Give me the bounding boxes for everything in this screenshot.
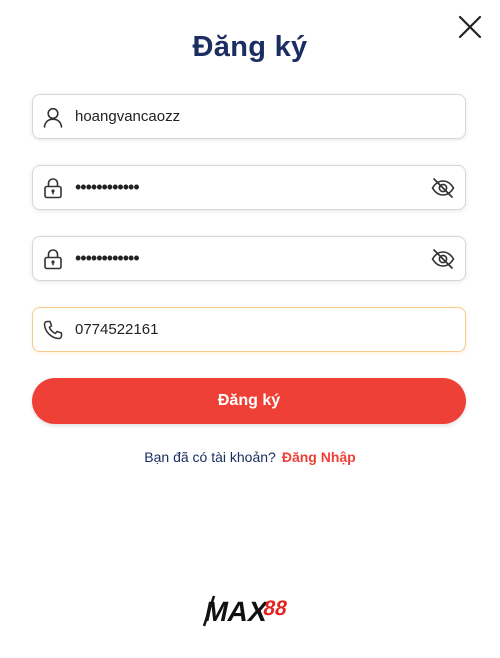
confirm-password-field[interactable]	[32, 236, 466, 281]
phone-input[interactable]	[75, 308, 415, 351]
max88-logo: MAX 88	[202, 595, 290, 627]
register-button[interactable]: Đăng ký	[32, 378, 466, 424]
svg-text:88: 88	[261, 597, 289, 620]
lock-icon	[44, 249, 62, 270]
page-title: Đăng ký	[192, 31, 308, 63]
user-icon	[43, 107, 63, 128]
login-link[interactable]: Đăng Nhập	[282, 449, 356, 465]
confirm-password-input[interactable]	[75, 237, 415, 280]
password-input[interactable]	[75, 166, 415, 209]
username-field[interactable]	[32, 94, 466, 139]
password-field[interactable]	[32, 165, 466, 210]
eye-off-icon[interactable]	[431, 177, 455, 199]
phone-icon	[43, 320, 63, 340]
lock-icon	[44, 178, 62, 199]
phone-field[interactable]	[32, 307, 466, 352]
login-question: Bạn đã có tài khoản?	[144, 449, 276, 465]
eye-off-icon[interactable]	[431, 248, 455, 270]
login-prompt: Bạn đã có tài khoản? Đăng Nhập	[0, 449, 500, 465]
username-input[interactable]	[75, 95, 415, 138]
